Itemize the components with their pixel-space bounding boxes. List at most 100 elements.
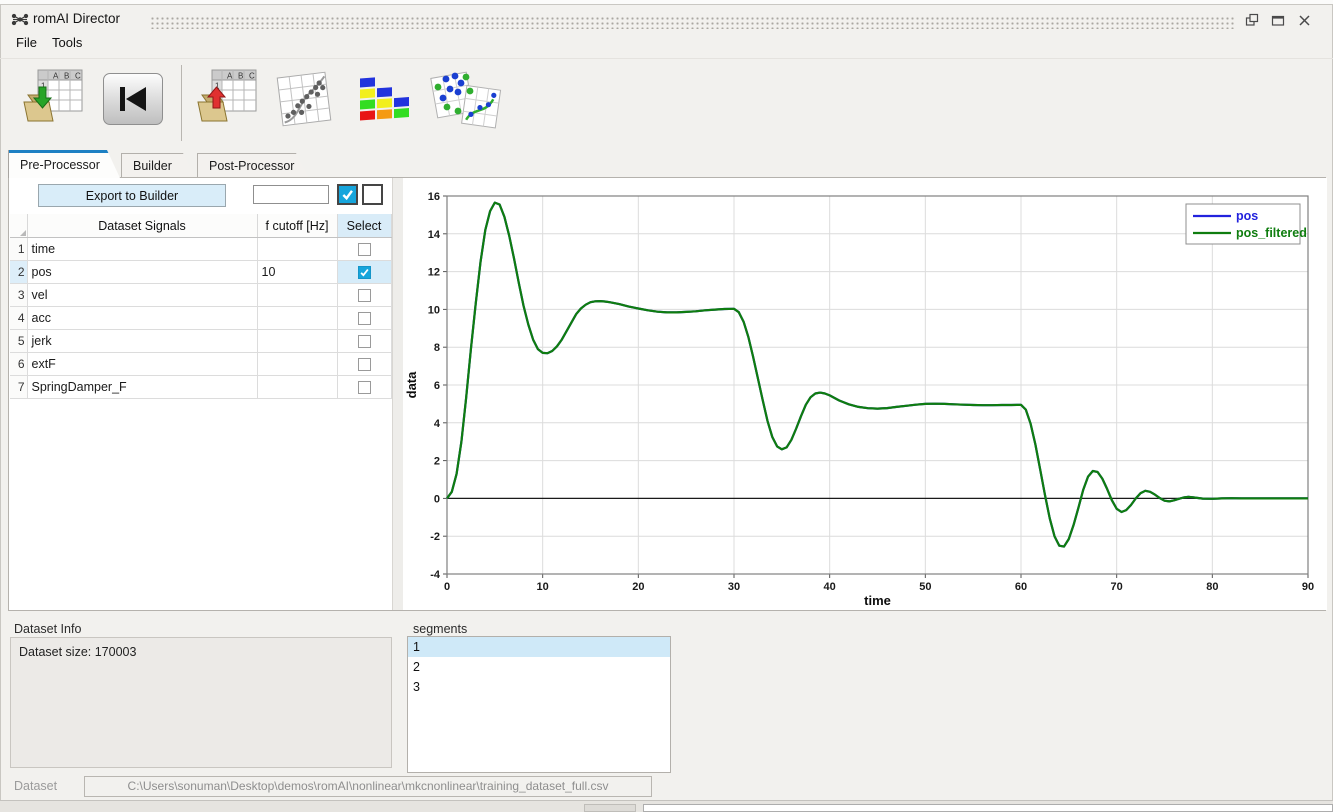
series-pos_filtered <box>447 203 1308 547</box>
row-number[interactable]: 5 <box>10 330 27 353</box>
signal-name-cell[interactable]: acc <box>27 307 257 330</box>
row-number[interactable]: 4 <box>10 307 27 330</box>
signal-name-cell[interactable]: vel <box>27 284 257 307</box>
select-cell[interactable] <box>337 261 391 284</box>
svg-text:0: 0 <box>444 581 450 593</box>
table-row[interactable]: 4acc <box>10 307 391 330</box>
signal-name-cell[interactable]: SpringDamper_F <box>27 376 257 399</box>
row-number[interactable]: 1 <box>10 238 27 261</box>
select-cell[interactable] <box>337 307 391 330</box>
col-f-cutoff[interactable]: f cutoff [Hz] <box>257 214 337 238</box>
svg-text:6: 6 <box>434 380 440 392</box>
toolbar: A B C 1 A B <box>0 58 1333 151</box>
dataset-label: Dataset <box>14 779 57 793</box>
row-checkbox[interactable] <box>358 335 371 348</box>
series-pos <box>447 203 1308 547</box>
signals-pane: Export to Builder Dataset Signals f cuto… <box>9 178 393 610</box>
cutoff-cell[interactable] <box>257 353 337 376</box>
svg-text:10: 10 <box>428 304 440 316</box>
export-dataset-icon[interactable]: A B C 1 <box>194 67 258 136</box>
dataset-info-label: Dataset Info <box>14 622 81 636</box>
tab-post-processor[interactable]: Post-Processor <box>197 153 309 178</box>
col-select[interactable]: Select <box>337 214 391 238</box>
table-row[interactable]: 1time <box>10 238 391 261</box>
toolbar-separator <box>181 65 182 141</box>
romai-director-window: romAI Director File Tools A <box>0 4 1333 800</box>
histogram-icon[interactable] <box>352 67 416 136</box>
cutoff-cell[interactable]: 10 <box>257 261 337 284</box>
table-row[interactable]: 6extF <box>10 353 391 376</box>
cutoff-cell[interactable] <box>257 307 337 330</box>
select-all-checkbox[interactable] <box>337 184 358 205</box>
row-checkbox[interactable] <box>358 266 371 279</box>
table-row[interactable]: 2pos10 <box>10 261 391 284</box>
tab-builder[interactable]: Builder <box>121 153 196 178</box>
row-checkbox[interactable] <box>358 243 371 256</box>
signal-name-cell[interactable]: time <box>27 238 257 261</box>
select-cell[interactable] <box>337 330 391 353</box>
scatter-plot-icon[interactable] <box>272 67 336 136</box>
close-icon[interactable] <box>1294 11 1314 29</box>
clustering-icon[interactable] <box>428 67 504 136</box>
title-bar[interactable]: romAI Director <box>0 4 1333 32</box>
cutoff-input[interactable] <box>253 185 329 204</box>
col-dataset-signals[interactable]: Dataset Signals <box>27 214 257 238</box>
select-cell[interactable] <box>337 376 391 399</box>
svg-text:data: data <box>404 371 419 399</box>
row-number[interactable]: 7 <box>10 376 27 399</box>
signal-name-cell[interactable]: jerk <box>27 330 257 353</box>
background-window-strip <box>0 800 1333 812</box>
svg-text:-4: -4 <box>430 569 441 581</box>
table-row[interactable]: 5jerk <box>10 330 391 353</box>
import-dataset-icon[interactable]: A B C 1 <box>20 67 84 136</box>
cutoff-cell[interactable] <box>257 376 337 399</box>
row-number[interactable]: 2 <box>10 261 27 284</box>
segment-item[interactable]: 1 <box>408 637 670 657</box>
step-back-button[interactable] <box>103 73 163 125</box>
signal-name-cell[interactable]: extF <box>27 353 257 376</box>
svg-text:A: A <box>53 72 59 81</box>
row-number[interactable]: 6 <box>10 353 27 376</box>
row-checkbox[interactable] <box>358 358 371 371</box>
svg-text:2: 2 <box>434 456 440 468</box>
cutoff-cell[interactable] <box>257 238 337 261</box>
svg-text:C: C <box>249 72 255 81</box>
row-number[interactable]: 3 <box>10 284 27 307</box>
svg-text:16: 16 <box>428 191 440 203</box>
row-checkbox[interactable] <box>358 289 371 302</box>
cutoff-cell[interactable] <box>257 330 337 353</box>
table-row[interactable]: 7SpringDamper_F <box>10 376 391 399</box>
table-row[interactable]: 3vel <box>10 284 391 307</box>
signal-name-cell[interactable]: pos <box>27 261 257 284</box>
corner-header[interactable] <box>10 214 27 238</box>
svg-text:50: 50 <box>919 581 931 593</box>
row-checkbox[interactable] <box>358 381 371 394</box>
dataset-size-text: Dataset size: 170003 <box>11 638 391 666</box>
dataset-path-field[interactable]: C:\Users\sonuman\Desktop\demos\romAI\non… <box>84 776 652 797</box>
cutoff-cell[interactable] <box>257 284 337 307</box>
svg-text:pos: pos <box>1236 209 1258 223</box>
segment-item[interactable]: 3 <box>408 677 670 697</box>
float-window-button[interactable] <box>1242 11 1262 29</box>
svg-text:60: 60 <box>1015 581 1027 593</box>
svg-text:pos_filtered: pos_filtered <box>1236 226 1307 240</box>
window-title: romAI Director <box>33 11 120 26</box>
svg-text:time: time <box>864 593 891 608</box>
menu-tools[interactable]: Tools <box>48 33 86 57</box>
menu-file[interactable]: File <box>12 33 41 57</box>
select-cell[interactable] <box>337 353 391 376</box>
segments-list[interactable]: 123 <box>407 636 671 773</box>
deselect-all-checkbox[interactable] <box>362 184 383 205</box>
svg-text:4: 4 <box>434 418 441 430</box>
svg-text:A: A <box>227 72 233 81</box>
maximize-button[interactable] <box>1268 11 1288 29</box>
export-to-builder-button[interactable]: Export to Builder <box>38 184 226 207</box>
select-cell[interactable] <box>337 238 391 261</box>
dataset-signals-table: Dataset Signals f cutoff [Hz] Select 1ti… <box>10 214 392 399</box>
tab-pre-processor[interactable]: Pre-Processor <box>8 150 120 178</box>
segment-item[interactable]: 2 <box>408 657 670 677</box>
svg-text:14: 14 <box>428 229 441 241</box>
dock-drag-handle[interactable] <box>150 16 1236 29</box>
row-checkbox[interactable] <box>358 312 371 325</box>
select-cell[interactable] <box>337 284 391 307</box>
